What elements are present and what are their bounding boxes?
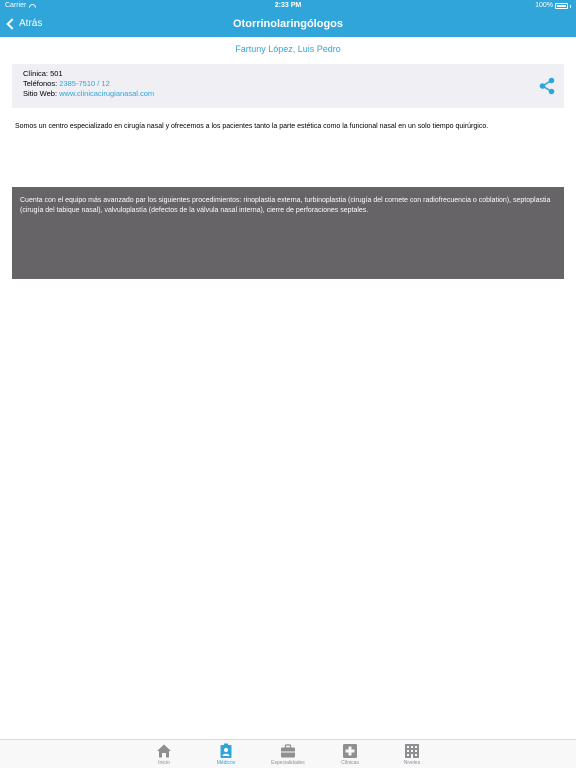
battery-icon <box>555 3 568 9</box>
tab-medicos[interactable]: Médicos <box>196 740 256 768</box>
status-time: 2:33 PM <box>274 2 302 9</box>
phones-label: Teléfonos: <box>23 79 58 88</box>
clinic-row: Clínica: 501 <box>23 69 154 79</box>
clinic-label: Clínica: <box>23 69 49 78</box>
tab-inicio[interactable]: Inicio <box>134 740 194 768</box>
contact-card: Clínica: 501 Teléfonos: 2385-7510 / 12 S… <box>12 64 564 108</box>
tab-label: Niveles <box>403 760 421 766</box>
tab-label: Médicos <box>216 760 236 766</box>
building-icon <box>405 744 419 758</box>
medical-cross-icon <box>343 744 357 758</box>
tab-niveles[interactable]: Niveles <box>382 740 442 768</box>
home-icon <box>157 744 171 758</box>
phones-link[interactable]: 2385-7510 / 12 <box>59 79 109 88</box>
briefcase-icon <box>281 744 295 758</box>
procedures-text: Cuenta con el equipo más avanzado par lo… <box>20 197 551 214</box>
website-row: Sitio Web: www.clinicacirugianasal.com <box>23 89 154 99</box>
tab-label: Clínicas <box>341 760 359 766</box>
procedures-panel: Cuenta con el equipo más avanzado par lo… <box>12 187 564 279</box>
tab-label: Inicio <box>158 760 170 766</box>
status-bar: Carrier 2:33 PM 100% <box>0 0 576 12</box>
battery-tip <box>570 4 571 8</box>
clinic-description: Somos un centro especializado en cirugía… <box>15 123 489 130</box>
battery-indicator: 100% <box>535 0 571 12</box>
website-link[interactable]: www.clinicacirugianasal.com <box>59 89 154 98</box>
website-label: Sitio Web: <box>23 89 58 98</box>
tab-label: Especialidades <box>271 760 305 766</box>
tab-bar: Inicio Médicos Especialidades Clínicas N… <box>0 739 576 768</box>
navigation-bar: Atrás Otorrinolaringólogos <box>0 12 576 37</box>
contact-info: Clínica: 501 Teléfonos: 2385-7510 / 12 S… <box>23 69 154 99</box>
top-bar: Carrier 2:33 PM 100% Atrás Otorrinolarin… <box>0 0 576 37</box>
battery-percent: 100% <box>535 2 553 9</box>
page-title: Otorrinolaringólogos <box>233 18 343 30</box>
tab-clinicas[interactable]: Clínicas <box>320 740 380 768</box>
doctor-badge-icon <box>220 743 232 758</box>
clinic-value: 501 <box>50 69 63 78</box>
tab-especialidades[interactable]: Especialidades <box>258 740 318 768</box>
doctor-name: Fartuny López, Luis Pedro <box>235 44 341 54</box>
phones-row: Teléfonos: 2385-7510 / 12 <box>23 79 154 89</box>
share-icon[interactable] <box>538 77 556 95</box>
